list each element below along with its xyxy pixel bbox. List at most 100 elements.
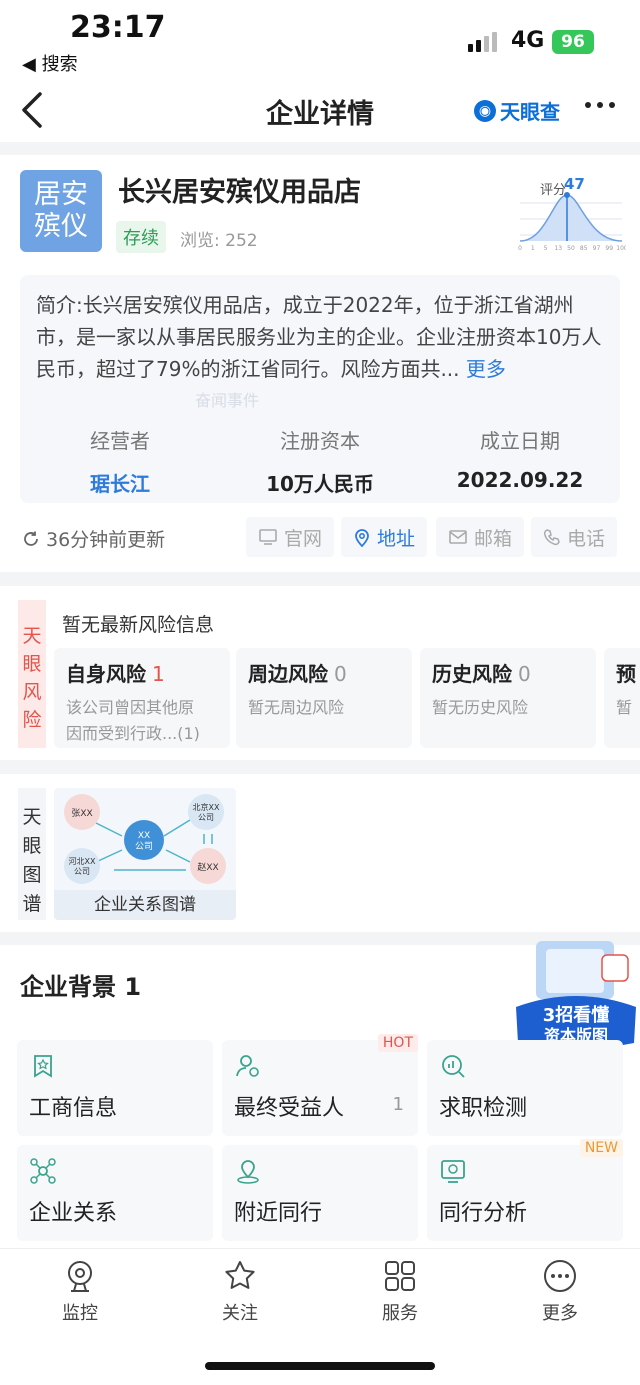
home-indicator[interactable] bbox=[205, 1362, 435, 1370]
side-char: 眼 bbox=[22, 835, 42, 857]
service-label: 求职检测 bbox=[439, 1096, 528, 1121]
risk-card-title: 自身风险 bbox=[66, 662, 146, 686]
relations-icon bbox=[30, 1158, 56, 1184]
stat-operator: 经营者 琚长江 bbox=[20, 425, 220, 497]
new-badge: NEW bbox=[579, 1139, 623, 1157]
score-axis-tick: 0 bbox=[518, 245, 522, 252]
service-label: 同行分析 bbox=[439, 1201, 528, 1226]
address-button[interactable]: 地址 bbox=[341, 517, 428, 557]
watermark: 奋闻事件 bbox=[195, 391, 260, 410]
section-divider bbox=[0, 572, 640, 586]
intro-card: 简介:长兴居安殡仪用品店，成立于2022年，位于浙江省湖州市，是一家以从事居民服… bbox=[20, 275, 620, 503]
intro-body: 简介:长兴居安殡仪用品店，成立于2022年，位于浙江省湖州市，是一家以从事居民服… bbox=[36, 293, 602, 381]
service-label: 附近同行 bbox=[234, 1201, 323, 1226]
relation-graph-card[interactable]: 张XX XX 公司 北京XX 公司 河北XX 公司 赵XX 企业关系图谱 bbox=[54, 788, 236, 920]
company-logo: 居安 殡仪 bbox=[20, 170, 102, 252]
graph-side-label: 天 眼 图 谱 bbox=[18, 788, 46, 920]
relation-graph-icon: 张XX XX 公司 北京XX 公司 河北XX 公司 赵XX bbox=[64, 794, 226, 884]
risk-card-title: 历史风险 bbox=[432, 662, 512, 686]
stat-value: 2022.09.22 bbox=[456, 468, 584, 492]
service-label: 工商信息 bbox=[29, 1096, 118, 1121]
tab-more[interactable]: 更多 bbox=[520, 1259, 600, 1325]
email-button[interactable]: 邮箱 bbox=[436, 517, 525, 557]
status-badge: 存续 bbox=[116, 221, 166, 253]
refresh-icon bbox=[24, 531, 38, 546]
service-company-relations[interactable]: 企业关系 bbox=[17, 1145, 213, 1241]
capital-promo-banner[interactable]: 3招看懂 资本版图 bbox=[512, 937, 640, 1055]
section-divider bbox=[0, 142, 640, 155]
chip-label: 地址 bbox=[377, 527, 416, 550]
score-axis-tick: 5 bbox=[544, 245, 548, 252]
more-circle-icon bbox=[544, 1260, 576, 1292]
score-axis-tick: 50 bbox=[567, 245, 575, 252]
company-logo-line: 殡仪 bbox=[34, 211, 88, 242]
risk-count: 0 bbox=[518, 662, 531, 686]
side-char: 眼 bbox=[22, 653, 42, 675]
service-count: 1 bbox=[392, 1094, 404, 1115]
more-menu-icon[interactable] bbox=[585, 102, 615, 108]
company-logo-line: 居安 bbox=[34, 179, 88, 210]
tab-label: 更多 bbox=[542, 1303, 578, 1324]
views-count: 浏览: 252 bbox=[180, 231, 258, 251]
nav-bar: 企业详情 ◉ 天眼查 bbox=[0, 80, 640, 142]
service-label: 最终受益人 bbox=[234, 1096, 345, 1121]
section-title: 企业背景 1 bbox=[20, 973, 142, 1001]
service-peer-analysis[interactable]: NEW 同行分析 bbox=[427, 1139, 623, 1241]
hot-badge: HOT bbox=[377, 1034, 418, 1052]
beneficiary-icon bbox=[236, 1055, 259, 1077]
brand-logo: ◉ 天眼查 bbox=[474, 96, 560, 125]
service-nearby-peers[interactable]: 附近同行 bbox=[222, 1145, 418, 1241]
update-row: 36分钟前更新 官网 地址 邮箱 电话 bbox=[0, 515, 640, 561]
operator-link[interactable]: 琚长江 bbox=[20, 468, 220, 497]
score-axis-tick: 99 bbox=[605, 245, 613, 252]
side-char: 天 bbox=[22, 625, 42, 647]
tab-monitor[interactable]: 监控 bbox=[40, 1259, 120, 1325]
website-button[interactable]: 官网 bbox=[246, 517, 335, 557]
stat-label: 注册资本 bbox=[280, 429, 360, 453]
intro-text: 简介:长兴居安殡仪用品店，成立于2022年，位于浙江省湖州市，是一家以从事居民服… bbox=[36, 289, 606, 385]
chip-label: 电话 bbox=[567, 527, 606, 550]
business-info-icon bbox=[34, 1055, 52, 1078]
intro-more-link[interactable]: 更多 bbox=[466, 357, 506, 381]
risk-card-partial[interactable]: 预 暂 bbox=[604, 648, 640, 748]
side-char: 天 bbox=[22, 806, 42, 828]
battery-icon: 96 bbox=[552, 30, 594, 54]
status-bar: 23:17 ◀ 搜索 4G 96 bbox=[0, 0, 640, 80]
tab-label: 关注 bbox=[222, 1303, 258, 1324]
promo-graphic-icon: 3招看懂 资本版图 bbox=[516, 941, 636, 1049]
update-status[interactable]: 36分钟前更新 bbox=[22, 525, 165, 552]
service-beneficiary[interactable]: HOT 最终受益人 1 bbox=[222, 1034, 418, 1136]
service-business-info[interactable]: 工商信息 bbox=[17, 1040, 213, 1136]
peer-analysis-icon bbox=[441, 1160, 465, 1183]
risk-card-history[interactable]: 历史风险 0 暂无历史风险 bbox=[420, 648, 596, 748]
chip-label: 官网 bbox=[284, 527, 323, 550]
score-widget[interactable]: 评分 47 0 1 5 13 50 85 97 99 100 bbox=[516, 175, 628, 253]
camera-icon bbox=[68, 1261, 92, 1292]
side-char: 风 bbox=[22, 681, 42, 703]
back-to-app-link[interactable]: ◀ 搜索 bbox=[22, 50, 78, 76]
tab-follow[interactable]: 关注 bbox=[200, 1259, 280, 1325]
company-header: 居安 殡仪 长兴居安殡仪用品店 存续 浏览: 252 评分 47 0 1 5 13 50… bbox=[0, 155, 640, 265]
side-char: 险 bbox=[22, 709, 42, 731]
risk-side-label: 天 眼 风 险 bbox=[18, 600, 46, 748]
service-job-check[interactable]: 求职检测 bbox=[427, 1040, 623, 1136]
phone-button[interactable]: 电话 bbox=[531, 517, 618, 557]
risk-card-title: 周边风险 bbox=[248, 662, 328, 686]
risk-card-title: 预 bbox=[616, 662, 636, 686]
risk-headline: 暂无最新风险信息 bbox=[62, 614, 215, 636]
company-background-section: 企业背景 1 3招看懂 资本版图 ✕ 工商信息 HOT 最终受益人 1 求职检测… bbox=[0, 941, 640, 1255]
graph-section: 天 眼 图 谱 张XX XX 公司 北京XX 公司 河北XX 公司 赵XX 企业… bbox=[0, 785, 640, 925]
risk-card-self[interactable]: 自身风险 1 该公司曾因其他原 因而受到行政...(1) bbox=[54, 648, 230, 748]
stat-label: 成立日期 bbox=[480, 429, 560, 453]
risk-section: 天 眼 风 险 暂无最新风险信息 自身风险 1 该公司曾因其他原 因而受到行政...… bbox=[0, 590, 640, 755]
side-char: 图 bbox=[22, 864, 42, 886]
tab-services[interactable]: 服务 bbox=[360, 1259, 440, 1325]
risk-desc: 暂无历史风险 bbox=[432, 698, 529, 717]
graph-caption: 企业关系图谱 bbox=[54, 890, 236, 920]
nearby-location-icon bbox=[237, 1160, 259, 1184]
mail-icon bbox=[449, 530, 467, 544]
risk-count: 0 bbox=[334, 662, 347, 686]
tianyancha-logo-icon: ◉ bbox=[474, 99, 496, 122]
risk-card-nearby[interactable]: 周边风险 0 暂无周边风险 bbox=[236, 648, 412, 748]
tab-label: 监控 bbox=[62, 1303, 98, 1324]
